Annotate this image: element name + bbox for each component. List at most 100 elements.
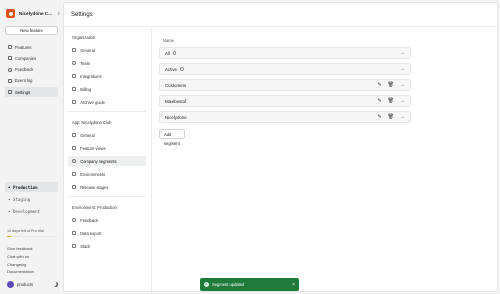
trial-text: 14 days left of Pro trial [7,229,44,233]
settings-item-label: Data export [80,230,102,236]
divider [68,196,146,197]
building-icon [8,56,12,61]
settings-item-archive-guide[interactable]: Archive guide [68,97,146,107]
settings-item-app-general[interactable]: General [68,130,146,140]
settings-item-label: General [80,47,95,53]
segment-name: All [165,50,170,56]
segment-name: Customers [165,82,187,88]
settings-item-label: Release stages [80,184,109,190]
avatar[interactable] [7,281,14,288]
arrow-right-icon[interactable]: → [400,114,405,120]
settings-item-company-segments[interactable]: Company segments [68,156,146,166]
info-icon[interactable] [179,67,184,71]
trash-icon[interactable]: 🗑 [388,98,394,104]
section-title-app: App: Nicelydone Club [72,120,112,125]
info-icon[interactable] [172,51,177,55]
chat-icon [8,67,12,72]
settings-item-label: Environments [80,171,106,177]
env-item-production[interactable]: • Production [5,182,58,192]
settings-item-feature-views[interactable]: Feature views [68,143,146,153]
settings-item-label: General [80,132,95,138]
sidebar-item-settings[interactable]: Settings [5,87,58,98]
segment-row[interactable]: All → [159,47,411,59]
toast-message: Segment updated [212,282,245,287]
moon-icon[interactable] [53,282,58,287]
settings-nav: Organization General Team Integrations B… [64,27,152,291]
settings-item-release-stages[interactable]: Release stages [68,182,146,192]
chevron-updown-icon: ⇕ [56,11,61,16]
add-segment-button[interactable]: Add segment [159,129,185,146]
settings-item-data-export[interactable]: Data export [68,228,146,238]
sidebar-item-companies[interactable]: Companies [5,53,58,63]
sidebar-item-label: Feedback [15,67,34,73]
chat-with-us-link[interactable]: Chat with us [7,253,34,261]
app-sidebar: Nicelydone C... ⇕ New feature Features C… [0,0,63,294]
close-icon[interactable]: × [292,282,295,288]
segment-row[interactable]: Customers ✎ 🗑 → [159,79,411,91]
settings-item-label: Billing [80,86,92,92]
env-label: Development [12,208,41,214]
users-icon [72,60,77,66]
arrow-right-icon[interactable]: → [400,98,405,104]
changelog-link[interactable]: Changelog [7,261,34,269]
documentation-link[interactable]: Documentation [7,268,34,276]
settings-item-feedback[interactable]: Feedback [68,215,146,225]
segment-row[interactable]: Active → [159,63,411,75]
env-label: Production [12,184,38,190]
settings-item-label: Integrations [80,73,102,79]
main-panel: Settings Organization General Team Integ… [63,2,498,292]
trial-progress-bar [7,236,57,238]
segment-row[interactable]: Nicelydone ✎ 🗑 → [159,111,411,123]
flag-icon [8,45,12,49]
section-title-environment: Environment: Production [72,205,117,210]
settings-item-label: Company segments [80,158,117,164]
gear-icon [72,132,77,138]
edit-icon[interactable]: ✎ [377,82,381,88]
layers-icon [72,171,77,177]
new-feature-button[interactable]: New feature [5,26,58,35]
footer-label[interactable]: products [17,282,50,287]
edit-icon[interactable]: ✎ [377,114,381,120]
segment-row[interactable]: Maxibestof ✎ 🗑 → [159,95,411,107]
segment-name: Nicelydone [165,114,187,120]
database-icon [72,230,77,236]
trial-progress-fill [7,236,11,238]
trash-icon[interactable]: 🗑 [388,114,394,120]
settings-item-slack[interactable]: Slack [68,241,146,251]
sidebar-item-feedback[interactable]: Feedback [5,65,58,75]
pie-chart-icon [72,158,77,164]
archive-icon [72,99,77,105]
env-item-staging[interactable]: • Staging [5,194,58,204]
org-logo-icon [6,9,15,18]
stages-icon [72,184,77,190]
main-nav: Features Companies Feedback Event log Se… [5,42,58,98]
divider [68,111,146,112]
arrow-right-icon[interactable]: → [400,82,405,88]
plug-icon [72,73,77,79]
edit-icon[interactable]: ✎ [377,98,381,104]
env-label: Staging [12,196,31,202]
settings-item-team[interactable]: Team [68,58,146,68]
arrow-right-icon[interactable]: → [400,50,405,56]
org-switcher[interactable]: Nicelydone C... ⇕ [6,9,60,18]
arrow-right-icon[interactable]: → [400,66,405,72]
slack-icon [72,243,77,249]
settings-item-billing[interactable]: Billing [68,84,146,94]
sidebar-item-features[interactable]: Features [5,42,58,52]
toast-notification: ✓ Segment updated × [200,278,299,291]
settings-item-integrations[interactable]: Integrations [68,71,146,81]
sidebar-item-label: Settings [15,89,31,95]
settings-item-label: Feature views [80,145,106,151]
credit-card-icon [72,86,77,92]
list-icon [8,78,12,83]
settings-item-label: Archive guide [80,99,105,105]
settings-item-general[interactable]: General [68,45,146,55]
trash-icon[interactable]: 🗑 [388,82,394,88]
column-header-name: Name [163,38,174,43]
env-item-development[interactable]: • Development [5,206,58,216]
sidebar-item-label: Features [15,44,32,50]
segment-name: Active [165,66,177,72]
give-feedback-link[interactable]: Give feedback [7,245,34,253]
sidebar-item-event-log[interactable]: Event log [5,76,58,86]
settings-item-environments[interactable]: Environments [68,169,146,179]
